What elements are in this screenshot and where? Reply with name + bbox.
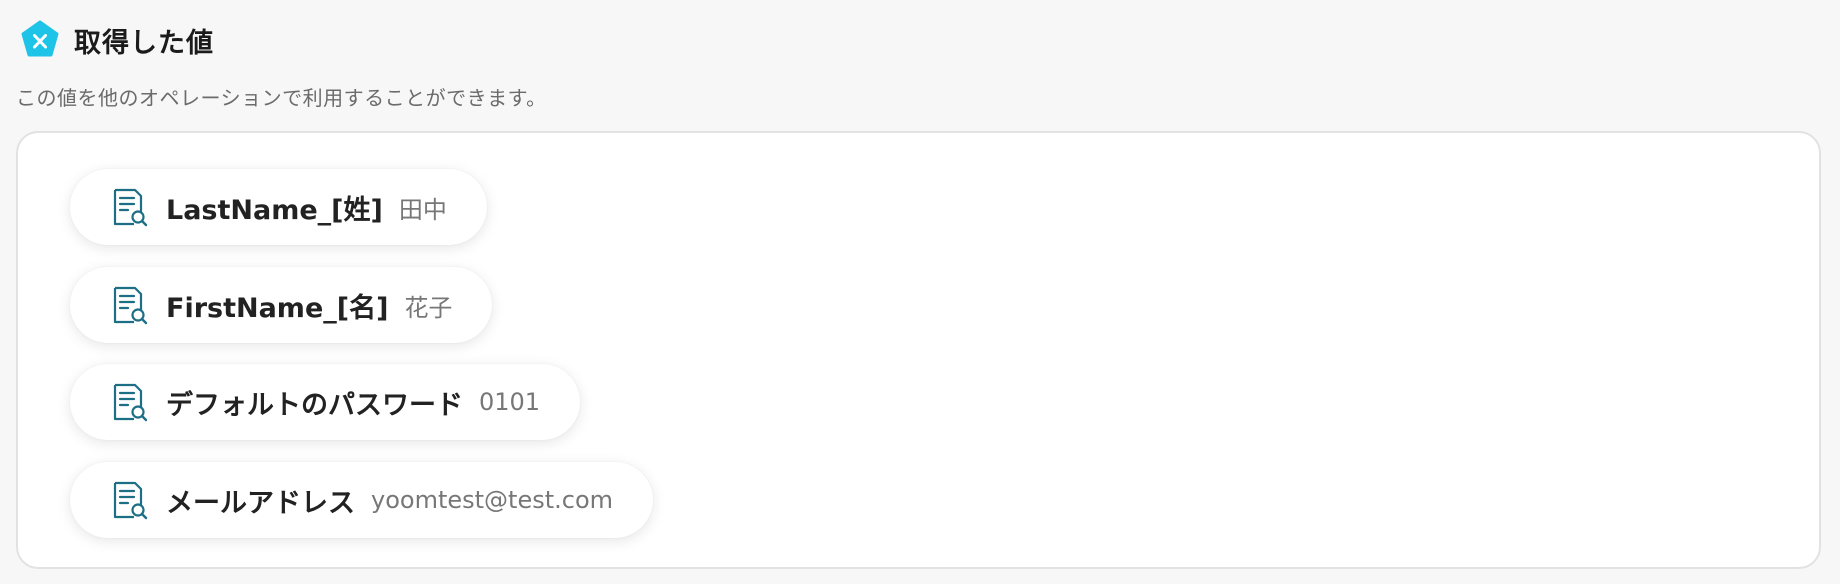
value-label: LastName_[姓] [166,194,383,226]
document-search-icon [113,383,148,422]
value-chip-firstname[interactable]: FirstName_[名] 花子 [70,267,493,343]
values-panel: LastName_[姓] 田中 FirstName_[名] 花子 デフォルトのパ… [16,131,1821,569]
x-badge-icon [21,20,59,57]
value-text: 田中 [398,195,447,224]
value-text: 0101 [479,388,541,416]
document-search-icon [113,286,148,325]
value-chip-email[interactable]: メールアドレス yoomtest@test.com [70,462,654,538]
document-search-icon [113,188,148,227]
section-header: 取得した値 [20,20,214,60]
value-text: yoomtest@test.com [371,486,614,514]
document-search-icon [113,481,148,520]
value-chip-lastname[interactable]: LastName_[姓] 田中 [70,169,487,245]
value-label: メールアドレス [166,487,355,519]
value-chip-default-password[interactable]: デフォルトのパスワード 0101 [70,364,581,440]
value-label: FirstName_[名] [166,292,389,324]
value-label: デフォルトのパスワード [166,389,463,421]
value-text: 花子 [404,293,453,322]
section-description: この値を他のオペレーションで利用することができます。 [16,86,547,110]
section-title: 取得した値 [74,27,214,59]
